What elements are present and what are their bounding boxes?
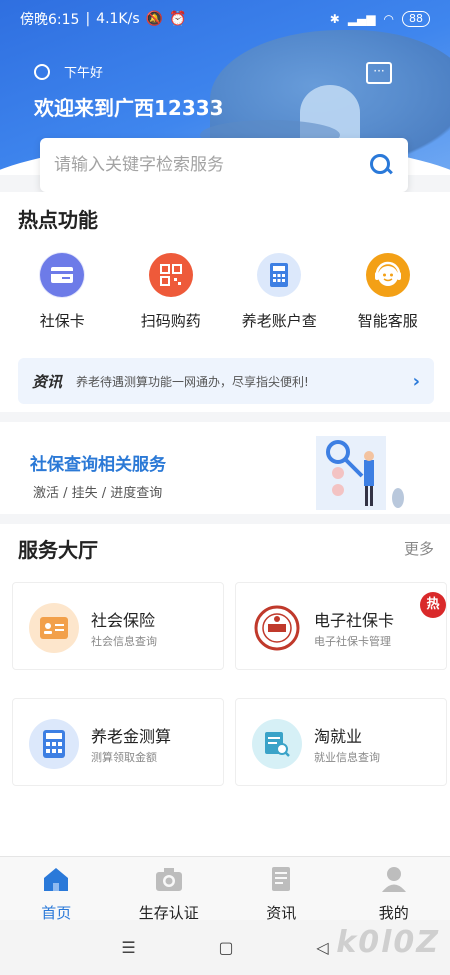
banner-title: 社保查询相关服务 — [30, 455, 166, 475]
tab-news[interactable]: 资讯 — [225, 857, 338, 922]
hot-item-scan-medicine[interactable]: 扫码购药 — [121, 252, 221, 331]
chevron-right-icon: › — [412, 370, 420, 392]
home-icon — [44, 868, 69, 891]
service-card-pension-calc[interactable]: 养老金测算 测算领取金额 — [12, 698, 224, 786]
tab-home[interactable]: 首页 — [0, 857, 113, 922]
search-person-illustration — [316, 436, 404, 510]
card-title: 社会保险 — [91, 611, 156, 630]
card-title: 淘就业 — [314, 727, 363, 746]
card-title: 养老金测算 — [91, 727, 172, 746]
card-subtitle: 社会信息查询 — [91, 635, 157, 648]
home-nav-icon[interactable]: ▢ — [218, 938, 233, 957]
welcome-title: 欢迎来到广西12333 — [34, 96, 224, 120]
alarm-icon: ⏰ — [169, 11, 187, 27]
news-text: 养老待遇测算功能一网通办，尽享指尖便利! — [76, 374, 309, 389]
hot-functions-title: 热点功能 — [18, 208, 98, 232]
calculator-icon — [256, 252, 302, 298]
service-hall: 服务大厅 更多 社会保险 社会信息查询 电子社保卡 电子社保卡管理 热 养老金测… — [0, 524, 450, 856]
camera-icon — [155, 868, 182, 891]
mute-icon: 🔕 — [145, 11, 164, 27]
hot-functions-panel: 热点功能 社保卡 扫码购药 养老账户查 智能客服 资讯 养老待遇测算功能一网通办… — [0, 192, 450, 412]
status-bar: 傍晚6:15 | 4.1K/s 🔕 ⏰ ✱ ▂▄▆ ◠ 88 — [0, 0, 450, 38]
card-subtitle: 测算领取金额 — [91, 751, 157, 764]
sun-icon — [34, 63, 50, 80]
news-icon — [272, 867, 291, 891]
card-title: 电子社保卡 — [314, 611, 395, 630]
banner-subtitle: 激活 / 挂失 / 进度查询 — [33, 486, 163, 501]
card-subtitle: 就业信息查询 — [314, 751, 380, 764]
back-nav-icon[interactable]: ◁ — [316, 938, 328, 957]
tab-mine[interactable]: 我的 — [338, 857, 450, 922]
job-search-icon — [252, 719, 302, 769]
signal-icon: ▂▄▆ — [347, 12, 376, 26]
menu-nav-icon[interactable]: ☰ — [121, 938, 135, 957]
hot-item-pension-account[interactable]: 养老账户查 — [229, 252, 329, 331]
hot-item-social-card[interactable]: 社保卡 — [12, 252, 112, 331]
social-security-banner[interactable]: 社保查询相关服务 激活 / 挂失 / 进度查询 — [0, 422, 450, 514]
service-hall-title: 服务大厅 — [18, 538, 98, 562]
service-card-social-insurance[interactable]: 社会保险 社会信息查询 — [12, 582, 224, 670]
calculator-icon — [29, 719, 79, 769]
greeting-text: 下午好 — [64, 66, 104, 81]
status-time: 傍晚6:15 — [20, 12, 80, 28]
bluetooth-icon: ✱ — [329, 12, 340, 26]
hot-item-label: 社保卡 — [39, 312, 85, 330]
greeting-row: 下午好 — [34, 62, 103, 81]
social-card-icon — [39, 252, 86, 298]
customer-service-icon — [365, 252, 411, 298]
search-bar[interactable] — [40, 138, 408, 192]
hot-item-label: 扫码购药 — [140, 312, 201, 330]
search-input[interactable] — [54, 155, 368, 175]
user-icon — [381, 867, 406, 892]
hot-functions-grid: 社保卡 扫码购药 养老账户查 智能客服 — [0, 252, 450, 331]
search-icon[interactable] — [368, 152, 394, 178]
service-card-e-social-card[interactable]: 电子社保卡 电子社保卡管理 — [235, 582, 447, 670]
hot-item-label: 养老账户查 — [241, 312, 317, 330]
qr-code-icon — [148, 252, 194, 298]
wifi-icon: ◠ — [383, 12, 394, 26]
more-link[interactable]: 更多 — [404, 538, 434, 559]
id-card-icon — [29, 603, 79, 653]
watermark-logo: k0l0Z — [336, 925, 440, 960]
hot-item-label: 智能客服 — [357, 312, 418, 330]
battery-icon: 88 — [402, 11, 430, 27]
message-icon[interactable]: ··· — [366, 62, 392, 84]
tab-survival-auth[interactable]: 生存认证 — [113, 857, 226, 922]
hot-item-smart-service[interactable]: 智能客服 — [338, 252, 438, 331]
card-subtitle: 电子社保卡管理 — [314, 635, 391, 648]
news-tag: 资讯 — [32, 372, 63, 391]
service-card-job-search[interactable]: 淘就业 就业信息查询 — [235, 698, 447, 786]
hot-badge: 热 — [420, 592, 446, 618]
status-speed: 4.1K/s — [96, 11, 140, 27]
seal-icon — [252, 603, 302, 653]
news-ticker[interactable]: 资讯 养老待遇测算功能一网通办，尽享指尖便利! › — [18, 358, 434, 404]
bottom-tab-bar: 首页 生存认证 资讯 我的 — [0, 856, 450, 922]
